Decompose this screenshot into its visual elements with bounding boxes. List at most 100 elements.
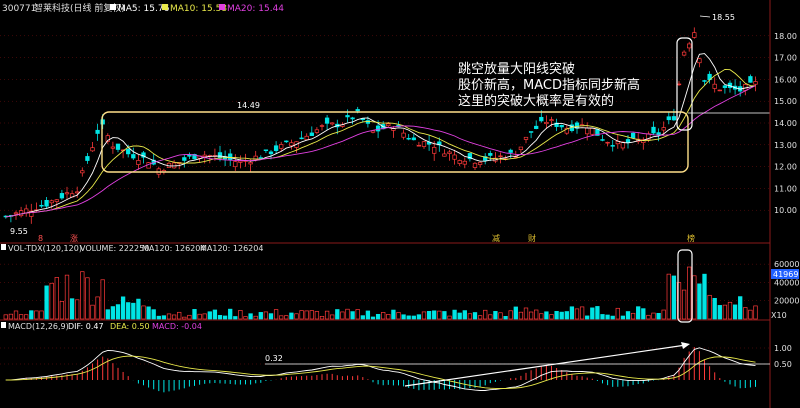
candle-body xyxy=(115,143,121,150)
candle-body xyxy=(330,122,335,125)
candle-body xyxy=(544,121,549,125)
candle-body xyxy=(406,137,411,140)
volume-bar xyxy=(375,313,381,320)
volume-bar xyxy=(360,315,365,320)
volume-bar xyxy=(457,312,462,320)
macd-trend-arrow xyxy=(404,344,687,387)
candle-body xyxy=(304,135,309,140)
moving-average-lines xyxy=(5,53,756,218)
candle-body xyxy=(182,157,187,161)
volume-bar xyxy=(314,311,320,320)
macd-dea: DEA: 0.50 xyxy=(110,322,150,331)
volume-bar xyxy=(136,298,141,320)
volume-bar xyxy=(554,310,559,320)
volume-bar xyxy=(34,310,39,320)
volume-bar xyxy=(472,312,478,320)
volume-bar xyxy=(29,310,34,320)
volume-bar xyxy=(421,311,427,320)
volume-bar xyxy=(166,313,172,320)
volume-bar xyxy=(564,311,569,320)
volume-bar xyxy=(253,315,258,320)
candle-body xyxy=(477,162,483,165)
volume-bar xyxy=(284,315,289,320)
volume-bar xyxy=(636,306,641,320)
volume-bar xyxy=(69,298,75,320)
volume-bar xyxy=(381,312,386,320)
candle-body xyxy=(85,156,90,161)
candle-body xyxy=(590,128,595,135)
price-tick-label: 14.00 xyxy=(774,119,797,128)
candle-body xyxy=(279,144,284,149)
vol-current-value: 41969 xyxy=(773,270,798,279)
volume-bar xyxy=(534,309,539,320)
price-tick-label: 15.00 xyxy=(774,97,797,106)
volume-bar xyxy=(488,314,493,320)
candle-body xyxy=(401,132,406,138)
volume-bar xyxy=(171,314,177,320)
candlestick-series xyxy=(3,27,758,224)
volume-bar xyxy=(324,310,330,320)
volume-bar xyxy=(539,313,544,320)
volume-bar xyxy=(64,274,70,320)
volume-bar xyxy=(309,310,314,320)
candle-body xyxy=(625,139,631,143)
volume-bar xyxy=(518,311,524,320)
vol-ma1: MA120: 126204 xyxy=(142,244,205,253)
volume-bar xyxy=(595,306,600,320)
volume-bar xyxy=(187,314,192,320)
volume-bar xyxy=(666,273,671,320)
annotation-line-3: 这里的突破大概率是有效的 xyxy=(458,93,614,109)
candle-body xyxy=(697,58,702,64)
volume-bar xyxy=(243,316,248,320)
candle-body xyxy=(248,162,253,165)
volume-bar xyxy=(687,266,692,320)
price-axis: 18.00 17.00 16.00 15.00 14.00 13.00 12.00 11.00… xyxy=(774,32,797,215)
volume-bar xyxy=(24,314,29,320)
volume-bar xyxy=(100,279,105,320)
volume-bar xyxy=(13,310,19,320)
candle-body xyxy=(722,85,728,88)
price-tick-label: 18.00 xyxy=(774,32,797,41)
volume-bar xyxy=(661,309,666,320)
volume-bar xyxy=(707,294,712,320)
candle-body xyxy=(442,153,447,157)
candle-body xyxy=(350,117,355,120)
volume-bar xyxy=(197,313,202,320)
volume-bar xyxy=(258,312,263,320)
volume-bar xyxy=(131,302,136,320)
volume-bar xyxy=(80,271,85,320)
volume-bar xyxy=(182,316,187,320)
candle-body xyxy=(416,144,422,147)
volume-bar xyxy=(544,311,549,320)
volume-bars xyxy=(3,266,758,320)
stock-code: 300771 xyxy=(2,4,36,14)
volume-bar xyxy=(432,310,437,320)
annotation-line-2: 股价新高，MACD指标同步新高 xyxy=(458,77,640,93)
volume-bar xyxy=(95,296,100,320)
macd-dif: DIF: 0.47 xyxy=(68,322,104,331)
candle-body xyxy=(630,132,636,139)
macd-prefix: MACD(12,26,9) xyxy=(8,322,69,331)
volume-bar xyxy=(355,309,360,320)
candle-body xyxy=(462,160,467,165)
price-header: 300771 智莱科技(日线 前复权) MA5: 15.76 MA10: 15.… xyxy=(2,2,284,14)
candle-body xyxy=(651,126,656,134)
candle-body xyxy=(712,83,717,89)
candle-body xyxy=(523,136,529,140)
marker-2: 涨 xyxy=(70,233,78,243)
candle-body xyxy=(263,149,269,151)
volume-bar xyxy=(452,309,457,320)
candle-body xyxy=(661,127,666,131)
volume-bar xyxy=(528,311,534,320)
volume-bar xyxy=(202,313,207,320)
volume-bar xyxy=(585,315,590,320)
candle-body xyxy=(375,125,381,132)
volume-bar xyxy=(574,308,580,320)
volume-bar xyxy=(641,308,646,320)
ma20-swatch xyxy=(219,4,225,10)
candle-body xyxy=(95,129,100,134)
volume-bar xyxy=(151,309,156,320)
candle-body xyxy=(355,109,360,112)
ma5-swatch xyxy=(110,4,116,10)
candle-body xyxy=(319,125,325,127)
